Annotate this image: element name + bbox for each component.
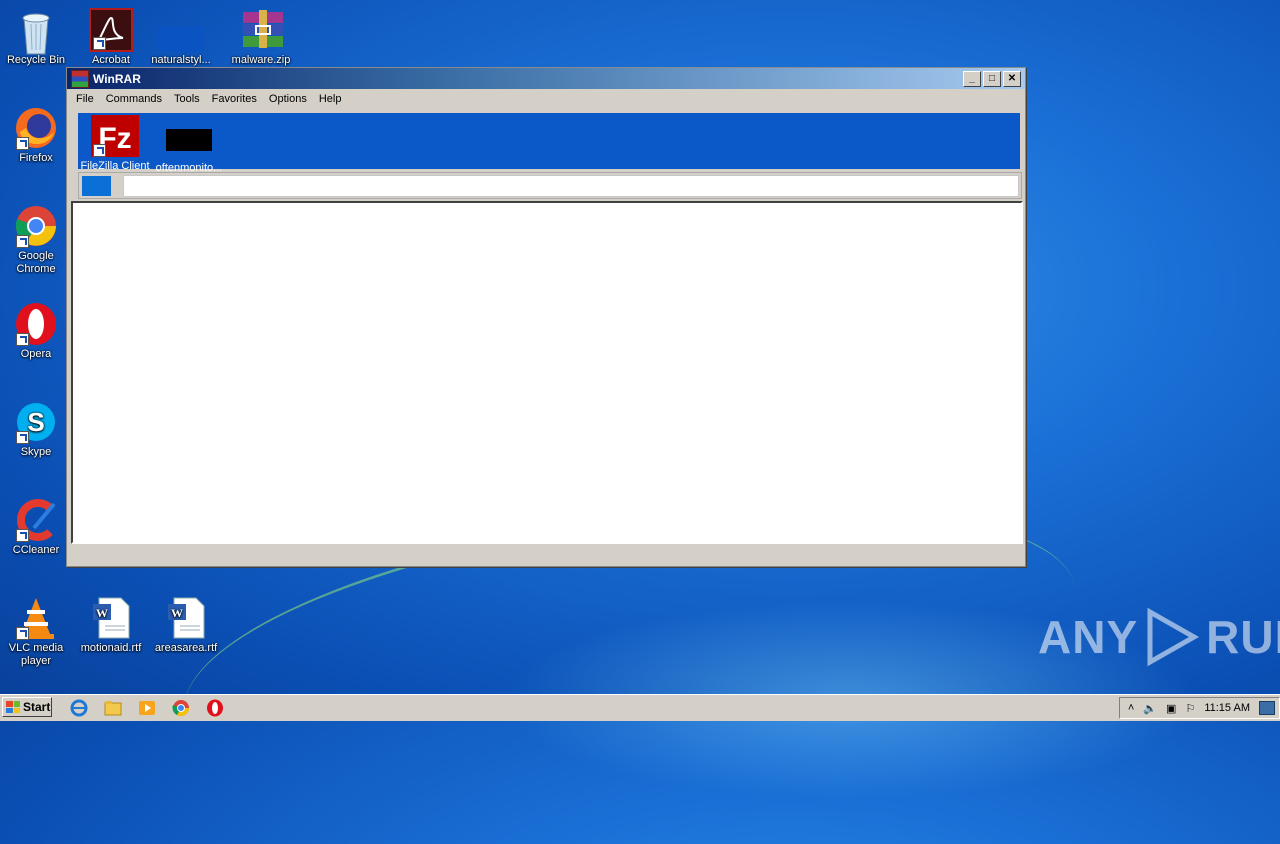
windows-flag-icon	[6, 701, 20, 713]
media-player-icon[interactable]	[138, 699, 156, 717]
minimize-button[interactable]: _	[963, 71, 981, 87]
shortcut-arrow-icon	[16, 333, 29, 346]
winrar-app-icon	[71, 69, 89, 88]
menu-help[interactable]: Help	[313, 93, 348, 105]
desktop-icon-label: naturalstyl...	[151, 54, 211, 66]
status-bar	[71, 545, 1019, 563]
shortcut-arrow-icon	[16, 627, 29, 640]
start-button[interactable]: Start	[2, 697, 52, 717]
desktop-icon-acrobat[interactable]: Acrobat	[75, 8, 147, 67]
blank-file-icon	[158, 26, 204, 52]
menu-commands[interactable]: Commands	[100, 93, 168, 105]
toolbar-item-oftenmonito[interactable]: oftenmonito...	[150, 115, 228, 174]
desktop-icon-opera[interactable]: Opera	[0, 302, 72, 361]
file-list[interactable]	[71, 201, 1023, 544]
desktop-icon-label: Skype	[20, 446, 52, 458]
shortcut-arrow-icon	[16, 137, 29, 150]
opera-icon	[14, 302, 58, 346]
shortcut-arrow-icon	[16, 529, 29, 542]
desktop-icon-skype[interactable]: S Skype	[0, 400, 72, 459]
internet-explorer-icon[interactable]	[70, 699, 88, 717]
svg-text:W: W	[96, 606, 108, 620]
recycle-bin-icon	[14, 8, 58, 55]
desktop-icon-label: VLC media player	[8, 642, 64, 667]
window-title: WinRAR	[93, 71, 141, 86]
menu-favorites[interactable]: Favorites	[206, 93, 263, 105]
desktop-icon-firefox[interactable]: Firefox	[0, 106, 72, 165]
vlc-icon	[14, 596, 58, 640]
shortcut-arrow-icon	[93, 144, 106, 157]
firefox-icon	[14, 106, 58, 150]
maximize-button[interactable]: □	[983, 71, 1001, 87]
chrome-icon	[14, 204, 58, 248]
desktop-icon-label: CCleaner	[12, 544, 60, 556]
toolbar-item-label: FileZilla Client	[80, 160, 150, 172]
desktop-icon-recycle-bin[interactable]: Recycle Bin	[0, 8, 72, 67]
desktop-icon-label: malware.zip	[231, 54, 291, 66]
acrobat-icon	[89, 8, 133, 52]
desktop-icon-label: areasarea.rtf	[154, 642, 218, 654]
skype-icon: S	[14, 400, 58, 444]
chrome-icon[interactable]	[172, 699, 190, 717]
menu-tools[interactable]: Tools	[168, 93, 206, 105]
watermark-text-left: ANY	[1038, 611, 1139, 663]
svg-text:W: W	[171, 606, 183, 620]
desktop-icon-ccleaner[interactable]: CCleaner	[0, 498, 72, 557]
play-logo-icon	[1147, 608, 1200, 666]
word-document-icon: W	[164, 596, 208, 640]
desktop-icon-motionaid[interactable]: W motionaid.rtf	[75, 596, 147, 655]
window-titlebar[interactable]: WinRAR _ □ ✕	[67, 68, 1025, 89]
menu-file[interactable]: File	[70, 93, 100, 105]
desktop-icon-label: Opera	[20, 348, 52, 360]
volume-icon[interactable]: 🔈	[1143, 702, 1157, 715]
desktop-icon-label: motionaid.rtf	[80, 642, 142, 654]
network-icon[interactable]: ▣	[1166, 702, 1176, 715]
anyrun-watermark: ANY RUN	[1038, 608, 1280, 666]
toolbar: Fz FileZilla Client oftenmonito...	[76, 113, 1020, 174]
start-label: Start	[23, 700, 51, 714]
svg-text:S: S	[27, 407, 44, 437]
close-button[interactable]: ✕	[1003, 71, 1021, 87]
address-bar	[78, 172, 1022, 199]
watermark-text-right: RUN	[1206, 611, 1280, 663]
desktop-icon-vlc[interactable]: VLC media player	[0, 596, 72, 668]
action-center-flag-icon[interactable]: ⚐	[1185, 702, 1195, 715]
desktop-icon-areasarea[interactable]: W areasarea.rtf	[150, 596, 222, 655]
explorer-folder-icon[interactable]	[104, 699, 122, 717]
black-thumbnail-icon	[166, 129, 212, 151]
desktop-icon-malware-zip[interactable]: malware.zip	[225, 8, 297, 67]
menu-bar: File Commands Tools Favorites Options He…	[67, 89, 1025, 109]
desktop-icon-label: Firefox	[19, 152, 53, 164]
clock[interactable]: 11:15 AM	[1204, 702, 1250, 714]
shortcut-arrow-icon	[93, 37, 106, 50]
desktop-icon-google-chrome[interactable]: Google Chrome	[0, 204, 72, 276]
up-folder-button[interactable]	[82, 176, 111, 196]
desktop-icon-naturalstyl[interactable]: naturalstyl...	[145, 8, 217, 67]
shortcut-arrow-icon	[16, 431, 29, 444]
menu-options[interactable]: Options	[263, 93, 313, 105]
winrar-archive-icon	[239, 8, 283, 52]
ccleaner-icon	[14, 498, 58, 542]
show-desktop-icon[interactable]	[1259, 701, 1275, 715]
filezilla-icon: Fz	[91, 115, 139, 157]
opera-icon[interactable]	[206, 699, 224, 717]
word-document-icon: W	[89, 596, 133, 640]
tray-expand-icon[interactable]: ˄	[1128, 702, 1134, 714]
desktop-icon-label: Acrobat	[92, 54, 130, 66]
shortcut-arrow-icon	[16, 235, 29, 248]
system-tray: ˄ 🔈 ▣ ⚐ 11:15 AM	[1118, 697, 1280, 719]
winrar-window[interactable]: WinRAR _ □ ✕ File Commands Tools Favorit…	[66, 67, 1026, 567]
desktop-icon-label: Google Chrome	[16, 250, 56, 275]
toolbar-item-filezilla[interactable]: Fz FileZilla Client	[76, 115, 154, 172]
taskbar: Start ˄ 🔈 ▣ ⚐ 11:15 AM	[0, 694, 1280, 721]
address-field[interactable]	[123, 175, 1019, 197]
